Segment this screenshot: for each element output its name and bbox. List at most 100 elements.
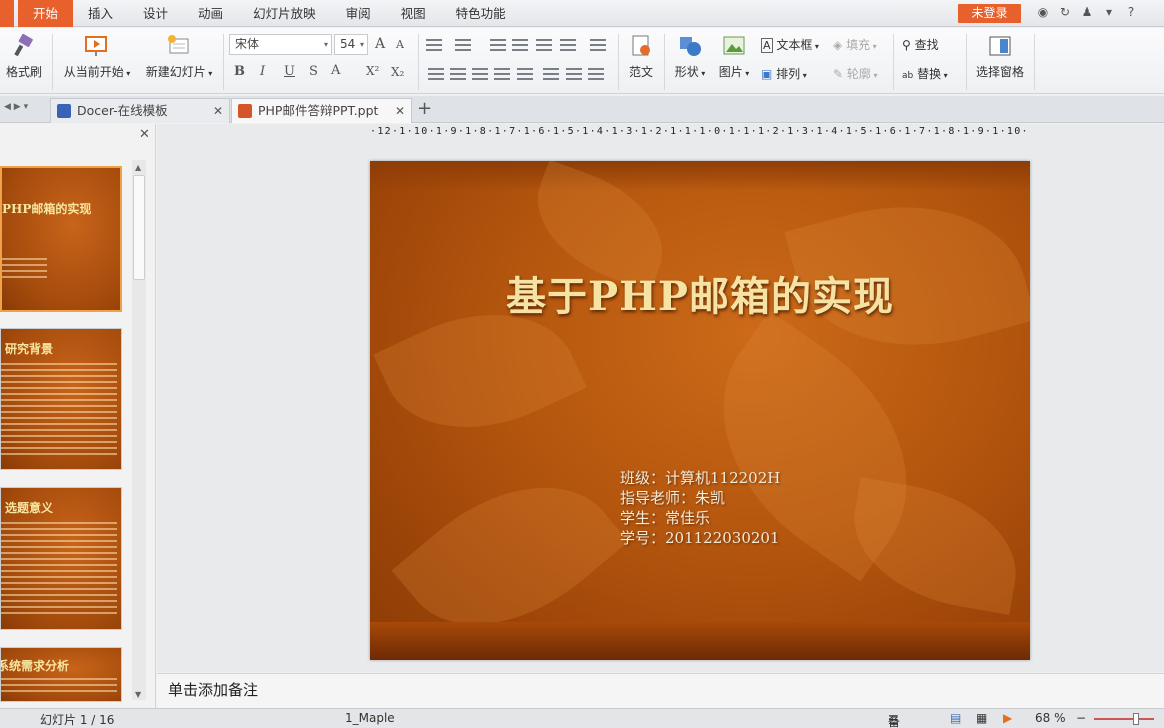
distribute-icon[interactable] (517, 68, 533, 80)
bullets-icon[interactable] (426, 39, 442, 51)
increase-indent-icon[interactable] (512, 39, 528, 51)
table-layout-icon[interactable] (560, 39, 576, 51)
skin-icon[interactable]: ◉ (1036, 5, 1050, 19)
font-color-button[interactable]: A (331, 63, 340, 78)
justify-icon[interactable] (494, 68, 510, 80)
zoom-slider[interactable] (1094, 718, 1154, 720)
menu-tab-slideshow[interactable]: 幻灯片放映 (238, 0, 331, 27)
chevron-down-icon: ▾ (941, 71, 948, 80)
template-button[interactable]: 范文 (624, 34, 658, 80)
chevron-down-icon: ▾ (205, 69, 213, 78)
tab-php-ppt[interactable]: PHP邮件答辩PPT.ppt ✕ (231, 98, 412, 123)
slide-thumbnail-2[interactable]: 研究背景 (0, 328, 122, 470)
login-button[interactable]: 未登录 (958, 4, 1021, 23)
notes-area[interactable]: 单击添加备注 (157, 673, 1164, 708)
close-icon[interactable]: ✕ (213, 99, 223, 123)
slide-info-block[interactable]: 班级：计算机112202H 指导老师：朱凯 学生：常佳乐 学号：20112203… (620, 468, 780, 548)
tab-nav-left-icon[interactable]: ◀ ▶ ▾ (4, 102, 28, 112)
scroll-down-icon[interactable]: ▼ (135, 690, 141, 699)
zoom-out-icon[interactable]: − (1076, 711, 1086, 725)
slide-thumbnail-3[interactable]: 选题意义 (0, 487, 122, 630)
shrink-font-button[interactable]: A (396, 38, 404, 51)
sorter-view-icon[interactable]: ▦ (976, 711, 987, 725)
close-icon[interactable]: ✕ (395, 99, 405, 123)
menu-tab-design[interactable]: 设计 (128, 0, 183, 27)
fill-button[interactable]: ◈ 填充 ▾ (833, 36, 877, 53)
numbering-icon[interactable] (455, 39, 471, 51)
shirt-icon[interactable]: ♟ (1080, 5, 1094, 19)
new-slide-button[interactable]: 新建幻灯片 ▾ (140, 34, 218, 80)
tab-docer[interactable]: Docer-在线模板 ✕ (50, 98, 230, 123)
chevron-down-icon: ▾ (123, 69, 131, 78)
replace-icon: ab (902, 71, 914, 81)
format-painter-label: 格式刷 (5, 65, 42, 79)
textbox-label: 文本框 (776, 38, 813, 52)
zoom-slider-thumb[interactable] (1133, 713, 1139, 725)
align-left-icon[interactable] (428, 68, 444, 80)
strike-button[interactable]: S (309, 64, 318, 79)
textbox-button[interactable]: A 文本框 ▾ (761, 36, 819, 53)
wps-presentation-window: 开始 插入 设计 动画 幻灯片放映 审阅 视图 特色功能 未登录 ◉ ↻ ♟ ▾… (0, 0, 1164, 728)
chevron-down-icon: ▾ (698, 69, 706, 78)
columns-icon[interactable] (536, 39, 552, 51)
line-spacing-icon[interactable] (543, 68, 559, 80)
decrease-indent-icon[interactable] (490, 39, 506, 51)
menu-tab-features[interactable]: 特色功能 (441, 0, 521, 27)
outline-button[interactable]: ✎ 轮廓 ▾ (833, 65, 877, 82)
text-align-icon[interactable] (588, 68, 604, 80)
statusbar: 幻灯片 1 / 16 1_Maple ☰ 备注 ▤ ▦ ▶ 68 % − (0, 708, 1164, 728)
bold-button[interactable]: B (234, 64, 245, 79)
scrollbar-thumb[interactable] (133, 175, 145, 280)
tab-php-ppt-label: PHP邮件答辩PPT.ppt (258, 103, 379, 118)
top-right-icons: ◉ ↻ ♟ ▾ ? (1036, 5, 1138, 19)
new-tab-icon[interactable]: + (417, 98, 432, 119)
close-panel-icon[interactable]: ✕ (139, 127, 150, 142)
app-menu-button[interactable] (0, 0, 14, 27)
selection-pane-button[interactable]: 选择窗格 (972, 34, 1028, 80)
normal-view-icon[interactable]: ▤ (950, 711, 961, 725)
current-slide[interactable]: 基于PHP邮箱的实现 班级：计算机112202H 指导老师：朱凯 学生：常佳乐 … (370, 161, 1030, 660)
font-size-select[interactable]: 54 ▾ (334, 34, 368, 55)
shapes-button[interactable]: 形状 ▾ (670, 34, 710, 80)
theme-name: 1_Maple (345, 711, 395, 725)
help-icon[interactable]: ? (1124, 5, 1138, 19)
align-right-icon[interactable] (472, 68, 488, 80)
grow-font-button[interactable]: A (375, 36, 385, 52)
text-direction-icon[interactable] (590, 39, 606, 51)
slideshow-view-icon[interactable]: ▶ (1003, 711, 1012, 725)
underline-button[interactable]: U (284, 64, 295, 79)
menu-tab-review[interactable]: 审阅 (331, 0, 386, 27)
subscript-button[interactable]: X₂ (391, 65, 404, 79)
picture-icon (723, 36, 745, 55)
slide-thumbnail-1[interactable]: PHP邮箱的实现 (0, 166, 122, 312)
refresh-icon[interactable]: ↻ (1058, 5, 1072, 19)
italic-button[interactable]: I (260, 64, 265, 79)
picture-label: 图片 (718, 65, 743, 79)
menu-tab-view[interactable]: 视图 (386, 0, 441, 27)
paragraph-spacing-icon[interactable] (566, 68, 582, 80)
outline-icon: ✎ (833, 67, 844, 81)
superscript-button[interactable]: X² (366, 64, 379, 78)
notes-toggle-label: 备注 (888, 715, 901, 728)
horizontal-ruler[interactable]: ·12·1·10·1·9·1·8·1·7·1·6·1·5·1·4·1·3·1·2… (370, 124, 1030, 140)
arrange-button[interactable]: ▣ 排列 ▾ (761, 65, 807, 82)
menu-tab-insert[interactable]: 插入 (73, 0, 128, 27)
menu-tab-animation[interactable]: 动画 (183, 0, 238, 27)
slide-thumbnail-4[interactable]: 系统需求分析 (0, 647, 122, 702)
picture-button[interactable]: 图片 ▾ (715, 34, 753, 80)
scroll-up-icon[interactable]: ▲ (135, 163, 141, 172)
align-center-icon[interactable] (450, 68, 466, 80)
font-name-select[interactable]: 宋体 ▾ (229, 34, 332, 55)
chevron-down-icon: ▾ (870, 71, 878, 80)
replace-button[interactable]: ab 替换 ▾ (902, 65, 948, 82)
chevron-down-icon: ▾ (812, 42, 819, 51)
find-button[interactable]: ⚲ 查找 (902, 36, 939, 53)
play-from-current-button[interactable]: 从当前开始 ▾ (60, 34, 134, 80)
replace-label: 替换 (917, 67, 942, 81)
settings-icon[interactable]: ▾ (1102, 5, 1116, 19)
menu-tab-home[interactable]: 开始 (18, 0, 74, 27)
slide-title[interactable]: 基于PHP邮箱的实现 (370, 264, 1030, 322)
format-painter-button[interactable]: 格式刷 (4, 34, 44, 80)
chevron-down-icon: ▾ (359, 40, 364, 49)
fill-label: 填充 (846, 38, 871, 52)
